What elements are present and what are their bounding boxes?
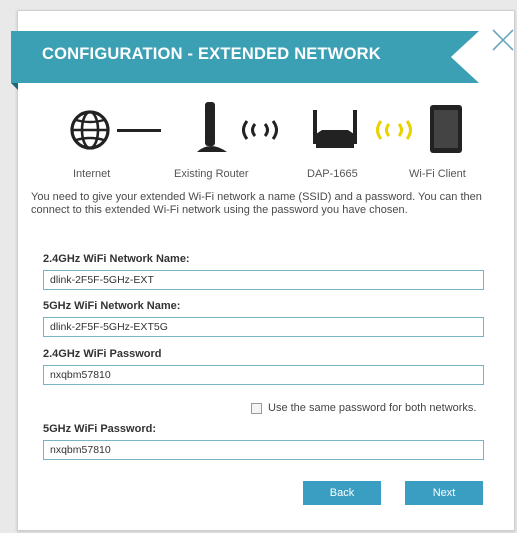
pw-5-label: 5GHz WiFi Password: <box>43 423 156 435</box>
ssid-5-input[interactable] <box>43 317 484 337</box>
same-password-option[interactable]: Use the same password for both networks. <box>251 402 476 414</box>
tablet-icon <box>430 105 462 153</box>
diagram-label-internet: Internet <box>73 168 111 180</box>
banner-fold <box>11 83 18 90</box>
connection-line <box>117 129 161 132</box>
dialog-title: CONFIGURATION - EXTENDED NETWORK <box>42 45 381 63</box>
ssid-5-label: 5GHz WiFi Network Name: <box>43 300 181 312</box>
same-password-checkbox[interactable] <box>251 402 262 414</box>
pw-24-label: 2.4GHz WiFi Password <box>43 348 162 360</box>
ssid-24-input[interactable] <box>43 270 484 290</box>
extender-icon <box>313 110 357 148</box>
close-icon[interactable] <box>490 27 516 53</box>
configuration-dialog: CONFIGURATION - EXTENDED NETWORK Interne… <box>11 10 516 531</box>
next-button[interactable]: Next <box>405 481 483 505</box>
diagram-label-client: Wi-Fi Client <box>409 168 466 180</box>
router-icon <box>197 102 227 152</box>
back-button[interactable]: Back <box>303 481 381 505</box>
pw-24-input[interactable] <box>43 365 484 385</box>
ssid-24-label: 2.4GHz WiFi Network Name: <box>43 253 190 265</box>
same-password-label: Use the same password for both networks. <box>268 402 477 414</box>
pw-5-input[interactable] <box>43 440 484 460</box>
intro-text: You need to give your extended Wi-Fi net… <box>31 191 482 216</box>
wifi-signal-icon <box>376 120 412 140</box>
diagram-label-device: DAP-1665 <box>307 168 358 180</box>
diagram-label-router: Existing Router <box>174 168 249 180</box>
wifi-signal-icon <box>242 120 278 140</box>
globe-icon <box>70 110 110 150</box>
